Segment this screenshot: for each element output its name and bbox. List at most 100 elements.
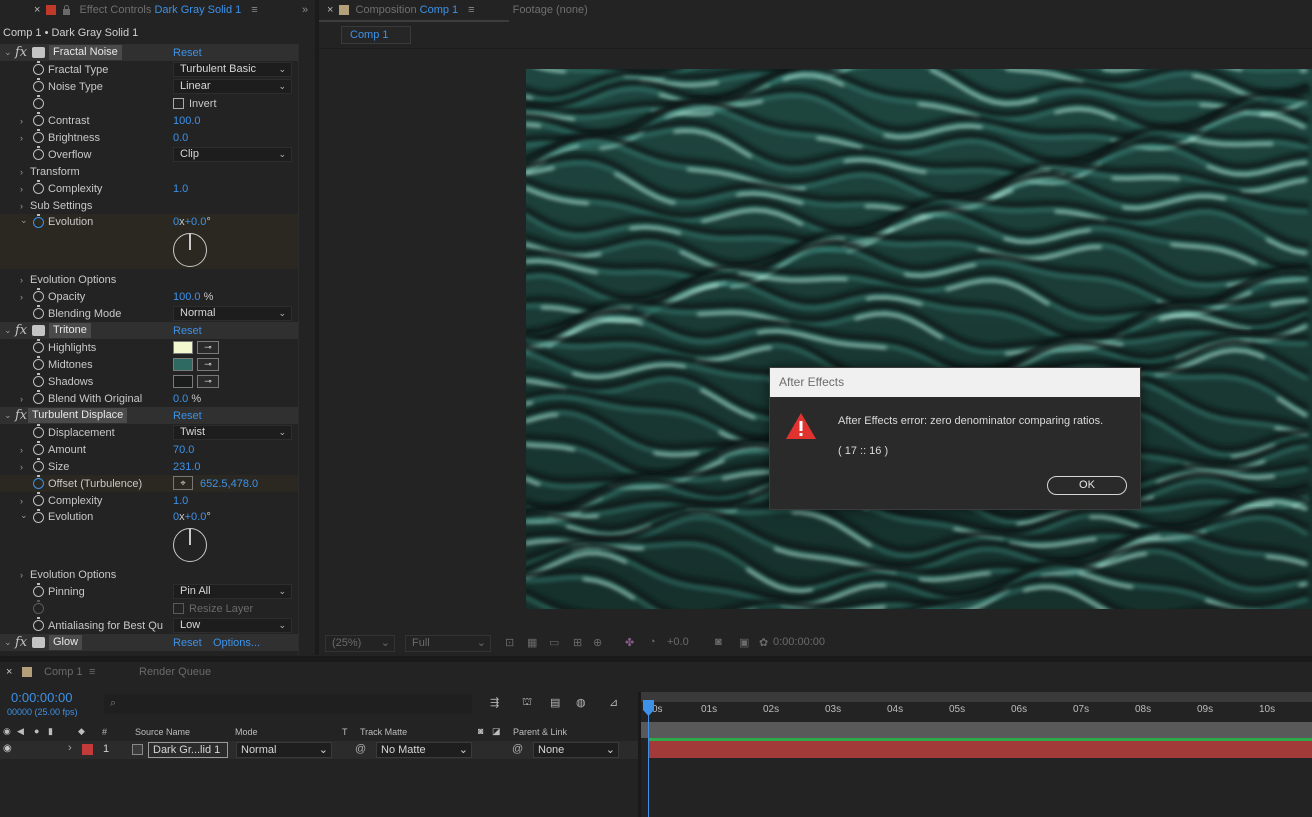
group-sub-settings[interactable]: › Sub Settings	[0, 197, 298, 214]
stopwatch-icon[interactable]	[33, 509, 44, 523]
fractal-type-dropdown[interactable]: Turbulent Basic ⌄	[173, 62, 292, 77]
effect-glow[interactable]: ⌄ fx Glow Reset Options...	[0, 634, 298, 651]
expand-chevron-icon[interactable]: ›	[20, 496, 23, 506]
fx-toggle-icon[interactable]: fx	[15, 45, 27, 60]
stopwatch-icon[interactable]	[33, 61, 44, 75]
tab-composition[interactable]: Composition Comp 1	[355, 4, 458, 16]
mask-visibility-icon[interactable]: ▭	[549, 636, 559, 649]
column-track-matte[interactable]: Track Matte	[360, 727, 407, 737]
ok-button[interactable]: OK	[1047, 476, 1127, 495]
solo-column-icon[interactable]: ●	[34, 726, 39, 736]
crosshair-icon[interactable]: ⌖	[173, 476, 193, 490]
pinning-dropdown[interactable]: Pin All ⌄	[173, 584, 292, 599]
work-area-bar[interactable]	[641, 692, 1312, 702]
zoom-dropdown[interactable]: (25%) ⌄	[325, 635, 395, 652]
label-column-icon[interactable]: ◆	[78, 726, 85, 737]
brightness-value[interactable]: 0.0	[173, 132, 188, 144]
tab-effect-controls[interactable]: Effect Controls Dark Gray Solid 1	[79, 4, 241, 16]
resolution-dropdown[interactable]: Full ⌄	[405, 635, 491, 652]
close-tab-icon[interactable]: ×	[327, 4, 333, 16]
parent-pickwhip-icon[interactable]: @	[512, 743, 523, 755]
layer-label-color[interactable]	[82, 744, 93, 755]
group-evolution-options[interactable]: › Evolution Options	[0, 271, 298, 288]
lock-icon[interactable]	[62, 5, 71, 15]
color-picker-icon[interactable]: ✿	[759, 636, 768, 649]
eyedropper-icon[interactable]: ⊸	[197, 341, 219, 354]
stopwatch-icon[interactable]	[33, 373, 44, 387]
composition-viewer[interactable]	[526, 69, 1312, 609]
evolution-dial[interactable]	[173, 233, 207, 267]
group-transform[interactable]: › Transform	[0, 163, 298, 180]
graph-editor-icon[interactable]: ⊿	[609, 696, 618, 709]
playhead-line[interactable]	[648, 702, 649, 817]
composition-mini-flowchart-icon[interactable]: ⇶	[490, 696, 499, 709]
stopwatch-icon[interactable]	[33, 356, 44, 370]
expand-chevron-icon[interactable]: ›	[20, 184, 23, 194]
size-value[interactable]: 231.0	[173, 461, 201, 473]
exposure-icon[interactable]: ◔	[649, 636, 656, 648]
channel-icon[interactable]: ⊕	[593, 636, 602, 649]
stopwatch-icon[interactable]	[33, 78, 44, 92]
reset-link[interactable]: Reset	[173, 637, 202, 649]
shadows-color-swatch[interactable]	[173, 375, 193, 388]
stopwatch-icon[interactable]	[33, 339, 44, 353]
column-parent-link[interactable]: Parent & Link	[513, 727, 567, 737]
blending-mode-dropdown[interactable]: Normal ⌄	[173, 306, 292, 321]
stopwatch-icon[interactable]	[33, 458, 44, 472]
group-evolution-options-2[interactable]: › Evolution Options	[0, 566, 298, 583]
frame-blending-icon[interactable]: ▤	[550, 696, 560, 709]
audio-column-icon[interactable]: ◀	[17, 726, 24, 737]
evolution-dial[interactable]	[173, 528, 207, 562]
collapse-chevron-icon[interactable]: ⌄	[4, 410, 12, 421]
offset-value[interactable]: 652.5,478.0	[200, 478, 258, 490]
panel-menu-icon[interactable]: ≡	[89, 666, 95, 678]
color-management-icon[interactable]: ✤	[625, 636, 634, 649]
stopwatch-icon[interactable]	[33, 424, 44, 438]
timeline-divider[interactable]	[638, 692, 641, 817]
fx-toggle-icon[interactable]: fx	[15, 635, 27, 650]
expand-chevron-icon[interactable]: ›	[20, 116, 23, 126]
close-tab-icon[interactable]: ×	[6, 666, 12, 678]
displacement-dropdown[interactable]: Twist ⌄	[173, 425, 292, 440]
resize-layer-checkbox[interactable]	[173, 603, 184, 614]
layer-row[interactable]: ◉ › 1 Dark Gr...lid 1 Normal ⌄ @ No Matte…	[0, 741, 640, 759]
contrast-value[interactable]: 100.0	[173, 115, 201, 127]
search-input[interactable]: ⌕	[104, 694, 472, 714]
transparency-grid-icon[interactable]: ▦	[527, 636, 537, 649]
scrollbar-track[interactable]	[298, 44, 299, 655]
antialiasing-dropdown[interactable]: Low ⌄	[173, 618, 292, 633]
stopwatch-icon[interactable]	[33, 390, 44, 404]
stopwatch-icon[interactable]	[33, 95, 44, 109]
region-of-interest-icon[interactable]: ⊡	[505, 636, 514, 649]
reset-link[interactable]: Reset	[173, 47, 202, 59]
lock-column-icon[interactable]: ▮	[48, 726, 53, 737]
track-matte-dropdown[interactable]: No Matte ⌄	[376, 742, 472, 758]
fx-toggle-icon[interactable]: fx	[15, 323, 27, 338]
collapse-chevron-icon[interactable]: ⌄	[20, 215, 28, 226]
invert-checkbox[interactable]	[173, 98, 184, 109]
stopwatch-icon[interactable]	[33, 146, 44, 160]
draft-3d-icon[interactable]: ⛫	[522, 696, 532, 710]
midtones-color-swatch[interactable]	[173, 358, 193, 371]
stopwatch-icon[interactable]	[33, 288, 44, 302]
expand-chevron-icon[interactable]: ›	[20, 570, 23, 580]
collapse-chevron-icon[interactable]: ⌄	[20, 510, 28, 521]
show-snapshot-icon[interactable]: ▣	[739, 636, 749, 649]
expand-chevron-icon[interactable]: ›	[20, 167, 23, 177]
effect-fractal-noise[interactable]: ⌄ fx Fractal Noise Reset	[0, 44, 298, 61]
exposure-value[interactable]: +0.0	[667, 636, 689, 648]
effect-tritone[interactable]: ⌄ fx Tritone Reset	[0, 322, 298, 339]
expand-chevron-icon[interactable]: ›	[20, 275, 23, 285]
expand-chevron-icon[interactable]: ›	[20, 292, 23, 302]
eye-icon[interactable]: ◉	[3, 743, 12, 754]
expand-panels-icon[interactable]: »	[302, 4, 308, 16]
tab-render-queue[interactable]: Render Queue	[139, 666, 211, 678]
pickwhip-icon[interactable]: @	[355, 743, 366, 755]
expand-chevron-icon[interactable]: ›	[20, 445, 23, 455]
options-link[interactable]: Options...	[213, 637, 260, 649]
noise-type-dropdown[interactable]: Linear ⌄	[173, 79, 292, 94]
reset-link[interactable]: Reset	[173, 410, 202, 422]
expand-chevron-icon[interactable]: ›	[20, 133, 23, 143]
panel-menu-icon[interactable]: ≡	[468, 4, 474, 16]
current-timecode[interactable]: 0:00:00:00	[11, 690, 72, 705]
